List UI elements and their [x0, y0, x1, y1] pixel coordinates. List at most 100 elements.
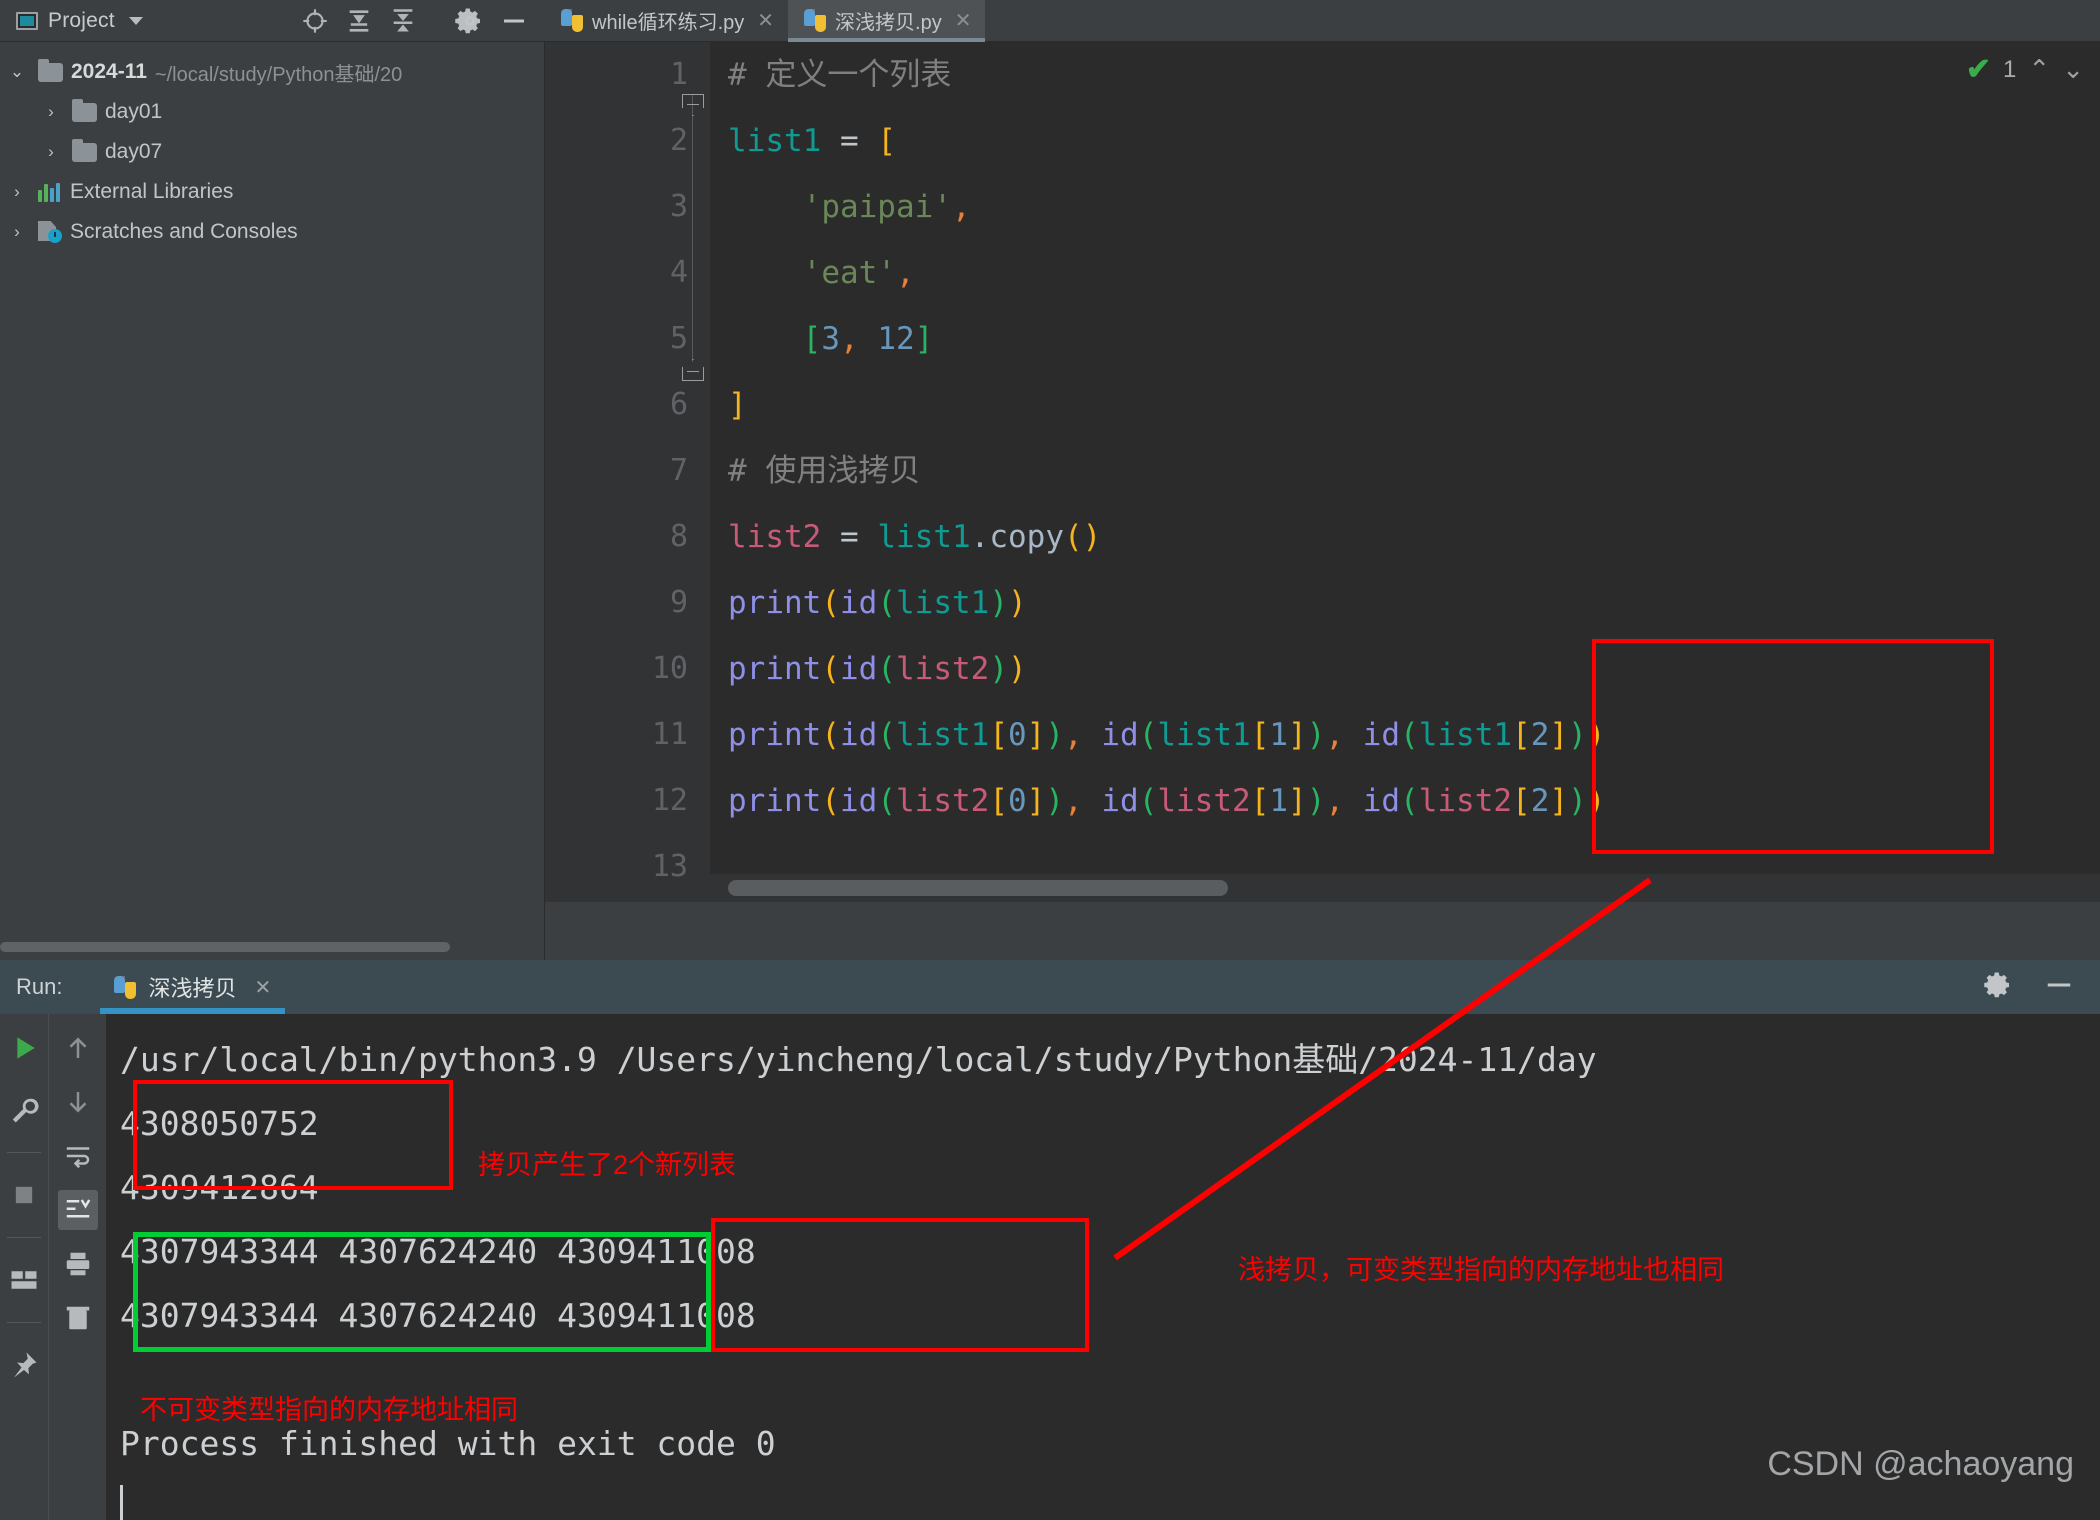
code-token: print	[728, 585, 822, 621]
up-arrow-icon[interactable]	[58, 1028, 98, 1068]
pin-icon[interactable]	[4, 1345, 44, 1385]
code-token: ]	[1026, 783, 1046, 819]
tree-item-label: day07	[105, 140, 163, 163]
code-line[interactable]	[728, 834, 2100, 874]
code-token: print	[728, 717, 822, 753]
chevron-up-icon[interactable]: ⌃	[2028, 54, 2050, 85]
down-arrow-icon[interactable]	[58, 1082, 98, 1122]
code-token: [	[989, 783, 1008, 819]
code-line[interactable]: [3, 12]	[728, 306, 2100, 372]
code-token: 3	[821, 321, 840, 357]
code-line[interactable]: # 使用浅拷贝	[728, 438, 2100, 504]
wrench-icon[interactable]	[4, 1090, 44, 1130]
code-line[interactable]: 'eat',	[728, 240, 2100, 306]
run-icon[interactable]	[4, 1028, 44, 1068]
code-token: (	[821, 651, 840, 687]
chevron-down-icon[interactable]	[128, 16, 143, 25]
code-token: (	[1138, 783, 1158, 819]
sidebar-horizontal-scrollbar[interactable]	[0, 942, 455, 952]
chevron-down-icon[interactable]: ⌄	[2062, 54, 2084, 85]
chevron-right-icon[interactable]: ›	[38, 142, 64, 162]
code-line[interactable]: list2 = list1.copy()	[728, 504, 2100, 570]
code-editor[interactable]: # 定义一个列表 list1 = [ 'paipai', 'eat', [3, 1…	[710, 42, 2100, 874]
code-token: list1	[896, 717, 990, 753]
code-token: ,	[1325, 717, 1345, 753]
collapse-all-icon[interactable]	[386, 4, 420, 38]
code-token: )	[1568, 717, 1587, 753]
folder-icon	[72, 138, 97, 162]
project-icon	[16, 11, 38, 30]
editor-body: 1 2 3 4 5 6 7 8 9 10 11 12 13 # 定义一个列表 list1 = [ 'pai…	[545, 42, 2100, 884]
code-token: ]	[1288, 717, 1307, 753]
stop-icon[interactable]	[4, 1175, 44, 1215]
code-token: =	[821, 519, 878, 555]
minimize-icon[interactable]	[2044, 970, 2074, 1005]
inspection-widget[interactable]: ✔ 1 ⌃ ⌄	[1966, 52, 2084, 87]
close-icon[interactable]: ✕	[955, 8, 972, 33]
editor-gutter[interactable]: 1 2 3 4 5 6 7 8 9 10 11 12 13	[545, 42, 710, 884]
console-line: /usr/local/bin/python3.9 /Users/yincheng…	[120, 1040, 1597, 1079]
chevron-right-icon[interactable]: ›	[38, 102, 64, 122]
tree-item-day01[interactable]: › day01	[0, 92, 544, 132]
project-tree-panel: ⌄ 2024-11 ~/local/study/Python基础/20 › da…	[0, 42, 545, 960]
code-line[interactable]: 'paipai',	[728, 174, 2100, 240]
fold-marker-start-icon[interactable]	[682, 94, 704, 116]
code-token: (	[877, 585, 896, 621]
code-line[interactable]: # 定义一个列表	[728, 42, 2100, 108]
editor-pane: 1 2 3 4 5 6 7 8 9 10 11 12 13 # 定义一个列表 list1 = [ 'pai…	[545, 42, 2100, 960]
print-icon[interactable]	[58, 1244, 98, 1284]
tree-item-scratches-and-consoles[interactable]: › Scratches and Consoles	[0, 212, 544, 252]
code-token: ]	[1549, 717, 1569, 753]
close-icon[interactable]: ✕	[255, 975, 272, 1000]
code-line[interactable]: print(id(list1[0]), id(list1[1]), id(lis…	[728, 702, 2100, 768]
tree-item-2024-11[interactable]: ⌄ 2024-11 ~/local/study/Python基础/20	[0, 52, 544, 92]
code-token: (	[821, 585, 840, 621]
code-line[interactable]: print(id(list1))	[728, 570, 2100, 636]
code-line[interactable]: print(id(list2[0]), id(list2[1]), id(lis…	[728, 768, 2100, 834]
trash-icon[interactable]	[58, 1298, 98, 1338]
code-token: )	[1045, 783, 1065, 819]
code-token: )	[1306, 717, 1326, 753]
gear-icon[interactable]	[453, 4, 487, 38]
fold-marker-end-icon[interactable]	[682, 359, 704, 381]
code-token: id	[840, 651, 878, 687]
code-token: [	[877, 123, 897, 159]
chevron-right-icon[interactable]: ›	[4, 222, 30, 242]
code-token: 0	[1008, 783, 1027, 819]
tab-shallow-deep-copy[interactable]: 深浅拷贝.py ✕	[788, 0, 986, 42]
tree-item-external-libraries[interactable]: › External Libraries	[0, 172, 544, 212]
close-icon[interactable]: ✕	[757, 8, 774, 33]
code-token: # 使用浅拷贝	[728, 453, 921, 489]
tab-while-loop-practice[interactable]: while循环练习.py ✕	[545, 0, 788, 41]
watermark: CSDN @achaoyang	[1767, 1445, 2074, 1483]
project-tree: ⌄ 2024-11 ~/local/study/Python基础/20 › da…	[0, 42, 544, 252]
locate-icon[interactable]	[298, 4, 332, 38]
project-panel-title: Project	[48, 8, 115, 32]
code-token: id	[840, 585, 878, 621]
gear-icon[interactable]	[1984, 970, 2014, 1005]
run-tab[interactable]: 深浅拷贝 ✕	[100, 960, 286, 1014]
tree-item-label: Scratches and Consoles	[70, 220, 298, 243]
code-line[interactable]: ]	[728, 372, 2100, 438]
code-token: list2	[896, 651, 990, 687]
layout-icon[interactable]	[4, 1260, 44, 1300]
tree-item-day07[interactable]: › day07	[0, 132, 544, 172]
tab-label: 深浅拷贝.py	[835, 12, 942, 34]
minimize-icon[interactable]	[497, 4, 531, 38]
soft-wrap-icon[interactable]	[58, 1136, 98, 1176]
code-token: 1	[1269, 717, 1289, 753]
editor-horizontal-scrollbar[interactable]	[545, 874, 2100, 902]
code-token: )	[1586, 783, 1606, 819]
code-token: 0	[1008, 717, 1027, 753]
chevron-down-icon[interactable]: ⌄	[4, 62, 30, 82]
code-token: print	[728, 651, 822, 687]
code-line[interactable]: list1 = [	[728, 108, 2100, 174]
code-line[interactable]: print(id(list2))	[728, 636, 2100, 702]
expand-all-icon[interactable]	[342, 4, 376, 38]
scroll-to-end-icon[interactable]	[57, 1190, 98, 1230]
code-token: ,	[1064, 783, 1083, 819]
chevron-right-icon[interactable]: ›	[4, 182, 30, 202]
